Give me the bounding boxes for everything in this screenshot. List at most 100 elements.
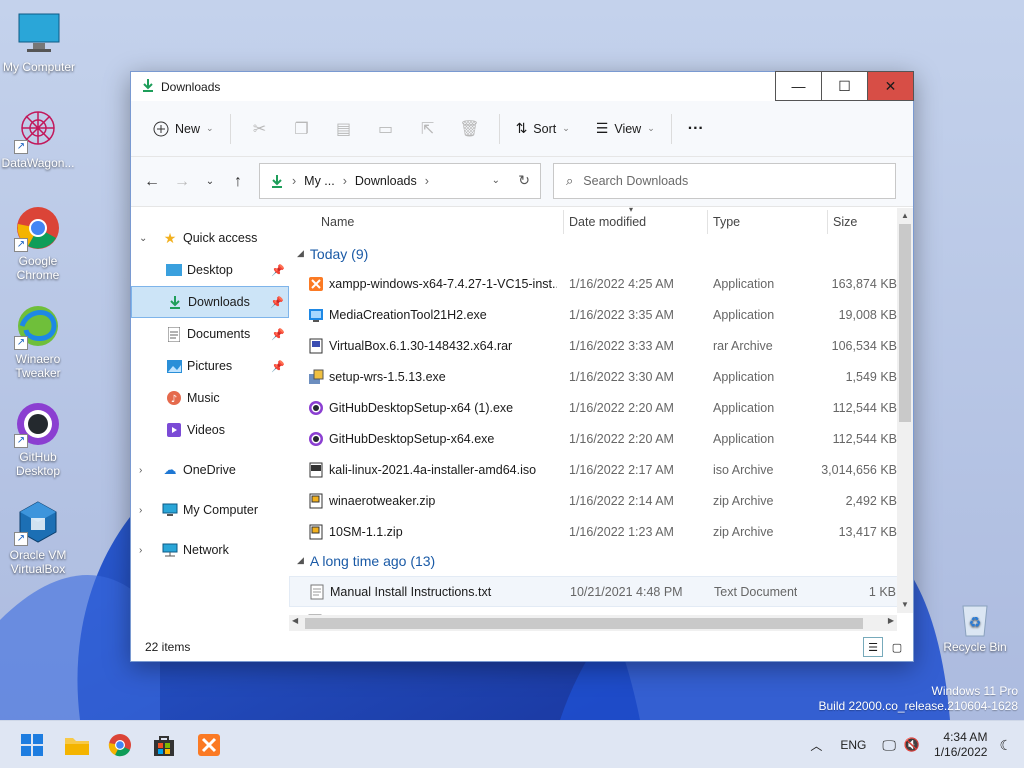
column-header-type[interactable]: Type <box>713 215 740 229</box>
delete-icon[interactable]: 🗑 <box>454 114 486 144</box>
copy-icon[interactable]: ❐ <box>286 114 318 144</box>
desktop-icon-github[interactable]: ↗ GitHub Desktop <box>0 400 76 478</box>
breadcrumb-downloads[interactable]: Downloads <box>355 174 417 188</box>
nav-item-music[interactable]: ♪ Music <box>131 382 289 414</box>
scroll-right-icon[interactable]: ▶ <box>888 616 894 625</box>
column-header-date[interactable]: Date modified <box>569 215 646 229</box>
shortcut-arrow-icon: ↗ <box>14 434 28 448</box>
details-view-icon[interactable]: ☰ <box>863 637 883 657</box>
address-row: ← → ⌄ ↑ › My ... › Downloads › ⌄ ↻ ⌕ Sea… <box>131 157 913 207</box>
nav-item-my-computer[interactable]: › My Computer <box>131 494 289 526</box>
sort-button[interactable]: ⇅ Sort ⌄ <box>508 114 578 143</box>
desktop-icon-recycle-bin[interactable]: ♻ Recycle Bin <box>937 598 1013 654</box>
back-arrow-icon[interactable]: ← <box>137 167 167 197</box>
desktop-icon-winaero[interactable]: ↗ Winaero Tweaker <box>0 302 76 380</box>
up-arrow-icon[interactable]: ↑ <box>223 167 253 197</box>
vertical-scroll-thumb[interactable] <box>899 224 911 422</box>
file-row[interactable]: kali-linux-2021.4a-installer-amd64.iso 1/… <box>289 455 913 486</box>
network-status-icon[interactable]: 🖵 <box>882 737 896 754</box>
nav-item-quick-access[interactable]: ⌄ ★ Quick access <box>131 222 289 254</box>
share-icon[interactable]: ⇱ <box>412 114 444 144</box>
scroll-up-icon[interactable]: ▲ <box>897 208 913 224</box>
more-options-button[interactable]: ··· <box>680 114 712 144</box>
volume-muted-icon[interactable]: 🔇 <box>904 737 920 753</box>
view-button[interactable]: ☰ View ⌄ <box>588 114 663 143</box>
file-row[interactable]: 10SM-1.1.zip 1/16/2022 1:23 AM zip Archive… <box>289 517 913 548</box>
new-button[interactable]: New ⌄ <box>145 115 222 143</box>
notifications-moon-icon[interactable]: ☾ <box>999 737 1012 754</box>
search-icon: ⌕ <box>566 172 574 188</box>
file-row[interactable]: GitHubDesktopSetup-x64.exe 1/16/2022 2:20… <box>289 424 913 455</box>
nav-item-videos[interactable]: Videos <box>131 414 289 446</box>
address-bar[interactable]: › My ... › Downloads › ⌄ ↻ <box>259 162 541 199</box>
xampp-icon <box>198 734 220 756</box>
file-row[interactable]: setup-wrs-1.5.13.exe 1/16/2022 3:30 AM App… <box>289 362 913 393</box>
search-box[interactable]: ⌕ Search Downloads <box>553 162 896 199</box>
desktop-icon-my-computer[interactable]: My Computer <box>1 10 77 74</box>
forward-arrow-icon[interactable]: → <box>167 167 197 197</box>
refresh-icon[interactable]: ↻ <box>518 172 530 189</box>
watermark-build: Build 22000.co_release.210604-1628 <box>818 699 1019 713</box>
watermark-edition: Windows 11 Pro <box>931 684 1018 698</box>
nav-item-desktop[interactable]: Desktop 📌 <box>131 254 289 286</box>
column-header-name[interactable]: Name <box>321 215 354 229</box>
paste-icon[interactable]: ▤ <box>328 114 360 144</box>
large-icons-view-icon[interactable]: ▢ <box>887 637 907 657</box>
maximize-button[interactable]: ☐ <box>821 71 868 101</box>
file-size: 112,544 KB <box>832 432 897 446</box>
file-row[interactable]: MediaCreationTool21H2.exe 1/16/2022 3:35 … <box>289 300 913 331</box>
pin-icon[interactable]: 📌 <box>271 328 285 341</box>
horizontal-scrollbar[interactable]: ◀ ▶ <box>289 615 897 631</box>
taskbar-chrome[interactable] <box>104 729 136 761</box>
scroll-down-icon[interactable]: ▼ <box>897 597 913 613</box>
rename-icon[interactable]: ▭ <box>370 114 402 144</box>
close-button[interactable]: ✕ <box>867 71 914 101</box>
group-header-long-ago[interactable]: ◢ A long time ago (13) <box>289 545 913 576</box>
nav-item-pictures[interactable]: Pictures 📌 <box>131 350 289 382</box>
nav-item-network[interactable]: › Network <box>131 534 289 566</box>
pin-icon[interactable]: 📌 <box>270 296 284 309</box>
language-indicator[interactable]: ENG <box>840 738 866 752</box>
clock-date: 1/16/2022 <box>934 745 988 759</box>
address-dropdown-icon[interactable]: ⌄ <box>492 175 500 186</box>
pin-icon[interactable]: 📌 <box>271 360 285 373</box>
column-header-size[interactable]: Size <box>833 215 857 229</box>
clock[interactable]: 4:34 AM 1/16/2022 <box>934 730 987 760</box>
recent-locations-icon[interactable]: ⌄ <box>197 167 223 197</box>
nav-item-downloads[interactable]: Downloads 📌 <box>131 286 289 318</box>
file-row[interactable]: xampp-windows-x64-7.4.27-1-VC15-inst... 1… <box>289 269 913 300</box>
collapse-triangle-icon[interactable]: ◢ <box>297 555 304 566</box>
videos-icon <box>165 423 183 437</box>
search-input[interactable]: Search Downloads <box>583 174 688 188</box>
horizontal-scroll-thumb[interactable] <box>305 618 863 629</box>
desktop-icon-label: Recycle Bin <box>943 640 1007 654</box>
file-row[interactable]: winaerotweaker.zip 1/16/2022 2:14 AM zip A… <box>289 486 913 517</box>
nav-item-onedrive[interactable]: › ☁ OneDrive <box>131 454 289 486</box>
desktop-icon-chrome[interactable]: ↗ Google Chrome <box>0 204 76 282</box>
nav-item-documents[interactable]: Documents 📌 <box>131 318 289 350</box>
breadcrumb-separator: › <box>292 173 297 188</box>
start-button[interactable] <box>16 729 48 761</box>
expand-chevron-icon[interactable]: › <box>139 545 153 556</box>
group-header-today[interactable]: ◢ Today (9) <box>289 238 913 269</box>
file-row[interactable]: GitHubDesktopSetup-x64 (1).exe 1/16/2022 … <box>289 393 913 424</box>
collapse-triangle-icon[interactable]: ◢ <box>297 248 304 259</box>
expand-chevron-icon[interactable]: ⌄ <box>139 233 153 244</box>
desktop-icon-label: My Computer <box>2 60 76 74</box>
scroll-left-icon[interactable]: ◀ <box>292 616 298 625</box>
cut-icon[interactable]: ✂ <box>244 114 276 144</box>
expand-chevron-icon[interactable]: › <box>139 505 153 516</box>
taskbar-file-explorer[interactable] <box>61 729 93 761</box>
pin-icon[interactable]: 📌 <box>271 264 285 277</box>
taskbar-store[interactable] <box>148 729 180 761</box>
chevron-up-icon[interactable]: ︿ <box>810 737 822 754</box>
file-row[interactable]: VirtualBox.6.1.30-148432.x64.rar 1/16/202… <box>289 331 913 362</box>
breadcrumb-my-computer[interactable]: My ... <box>304 174 335 188</box>
taskbar-xampp[interactable] <box>193 729 225 761</box>
vertical-scrollbar[interactable]: ▲ ▼ <box>897 208 913 613</box>
expand-chevron-icon[interactable]: › <box>139 465 153 476</box>
desktop-icon-datawagon[interactable]: ↗ DataWagon... <box>0 106 76 170</box>
desktop-icon-virtualbox[interactable]: ↗ Oracle VM VirtualBox <box>0 498 76 576</box>
file-row[interactable]: Manual Install Instructions.txt 10/21/202… <box>289 576 913 607</box>
minimize-button[interactable]: — <box>775 71 822 101</box>
